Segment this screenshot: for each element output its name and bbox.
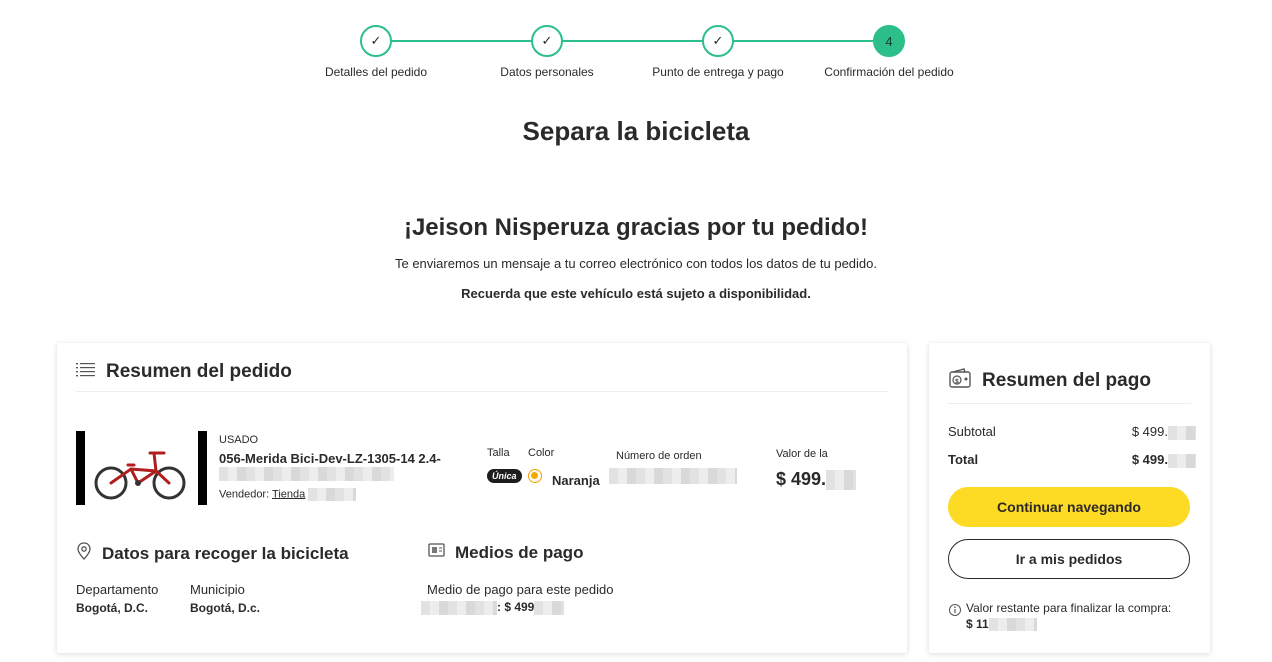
- product-image: [76, 431, 207, 505]
- subtotal-value: $ 499.: [1132, 424, 1196, 440]
- payment-summary-title: Resumen del pago: [982, 370, 1151, 391]
- order-number-label: Número de orden: [616, 450, 702, 462]
- step-label: Punto de entrega y pago: [652, 65, 784, 79]
- payment-summary-header: $ Resumen del pago: [948, 367, 1151, 395]
- size-label: Talla: [487, 447, 510, 459]
- step-delivery-payment: ✓ Punto de entrega y pago: [618, 25, 818, 79]
- color-value: Naranja: [552, 473, 600, 488]
- step-label: Detalles del pedido: [324, 65, 428, 79]
- remaining-value: $ 11: [966, 616, 1171, 632]
- payment-methods-header: Medios de pago: [428, 542, 583, 563]
- svg-text:$: $: [955, 378, 959, 385]
- total-value: $ 499.: [1132, 452, 1196, 468]
- continue-browsing-button[interactable]: Continuar navegando: [948, 487, 1190, 527]
- municipality-value: Bogotá, D.c.: [190, 601, 261, 615]
- redacted-text: [1168, 425, 1196, 440]
- step-number: 4: [873, 25, 905, 57]
- order-summary-title: Resumen del pedido: [106, 361, 292, 382]
- seller-info: Vendedor: Tienda: [219, 488, 357, 501]
- pickup-header: Datos para recoger la bicicleta: [76, 542, 349, 565]
- step-check-icon: ✓: [702, 25, 734, 57]
- thanks-heading: ¡Jeison Nisperuza gracias por tu pedido!: [403, 214, 869, 241]
- step-label: Datos personales: [500, 65, 594, 79]
- payment-method-value: : $ 499: [421, 600, 565, 615]
- list-icon: [76, 361, 96, 383]
- my-orders-button[interactable]: Ir a mis pedidos: [948, 539, 1190, 579]
- step-personal-data: ✓ Datos personales: [447, 25, 647, 79]
- department-label: Departamento: [76, 582, 159, 597]
- value-label: Valor de la: [776, 448, 828, 460]
- remaining-balance: Valor restante para finalizar la compra:…: [948, 600, 1198, 632]
- payment-methods-title: Medios de pago: [455, 542, 584, 562]
- redacted-text: [1168, 453, 1196, 468]
- order-summary-card: Resumen del pedido USADO 056-Merida Bici…: [57, 343, 907, 653]
- seller-label: Vendedor:: [219, 488, 270, 501]
- info-icon: [948, 600, 962, 632]
- pickup-title: Datos para recoger la bicicleta: [102, 543, 349, 563]
- size-badge: Única: [487, 469, 522, 483]
- color-swatch-icon: [528, 469, 542, 483]
- location-pin-icon: [76, 542, 92, 565]
- redacted-text: [219, 467, 394, 481]
- email-message: Te enviaremos un mensaje a tu correo ele…: [394, 256, 877, 271]
- product-condition: USADO: [219, 434, 259, 446]
- subtotal-label: Subtotal: [948, 424, 996, 439]
- progress-stepper: ✓ Detalles del pedido ✓ Datos personales…: [0, 25, 1272, 85]
- payment-method-label: Medio de pago para este pedido: [427, 582, 614, 597]
- step-check-icon: ✓: [531, 25, 563, 57]
- redacted-text: [988, 618, 1037, 632]
- redacted-text: [421, 600, 497, 615]
- step-confirmation: 4 Confirmación del pedido: [789, 25, 989, 79]
- wallet-icon: $: [948, 367, 972, 395]
- divider: [948, 403, 1191, 404]
- seller-link[interactable]: Tienda: [272, 488, 305, 500]
- order-number-value: [609, 468, 737, 484]
- redacted-text: [308, 488, 357, 501]
- step-label: Confirmación del pedido: [824, 65, 954, 79]
- order-summary-header: Resumen del pedido: [76, 361, 292, 383]
- availability-notice: Recuerda que este vehículo está sujeto a…: [461, 286, 811, 301]
- page-title: Separa la bicicleta: [522, 116, 750, 146]
- step-check-icon: ✓: [360, 25, 392, 57]
- payment-summary-card: $ Resumen del pago Subtotal $ 499. Total…: [929, 343, 1210, 653]
- divider: [76, 391, 888, 392]
- department-value: Bogotá, D.C.: [76, 601, 148, 615]
- redacted-text: [826, 470, 857, 491]
- product-name: 056-Merida Bici-Dev-LZ-1305-14 2.4-: [219, 451, 441, 466]
- step-order-details: ✓ Detalles del pedido: [276, 25, 476, 79]
- payment-card-icon: [428, 542, 445, 563]
- color-label: Color: [528, 447, 555, 459]
- remaining-label: Valor restante para finalizar la compra:: [966, 601, 1172, 615]
- redacted-text: [534, 600, 565, 615]
- product-price: $ 499.: [776, 469, 857, 491]
- total-label: Total: [948, 452, 979, 467]
- municipality-label: Municipio: [190, 582, 245, 597]
